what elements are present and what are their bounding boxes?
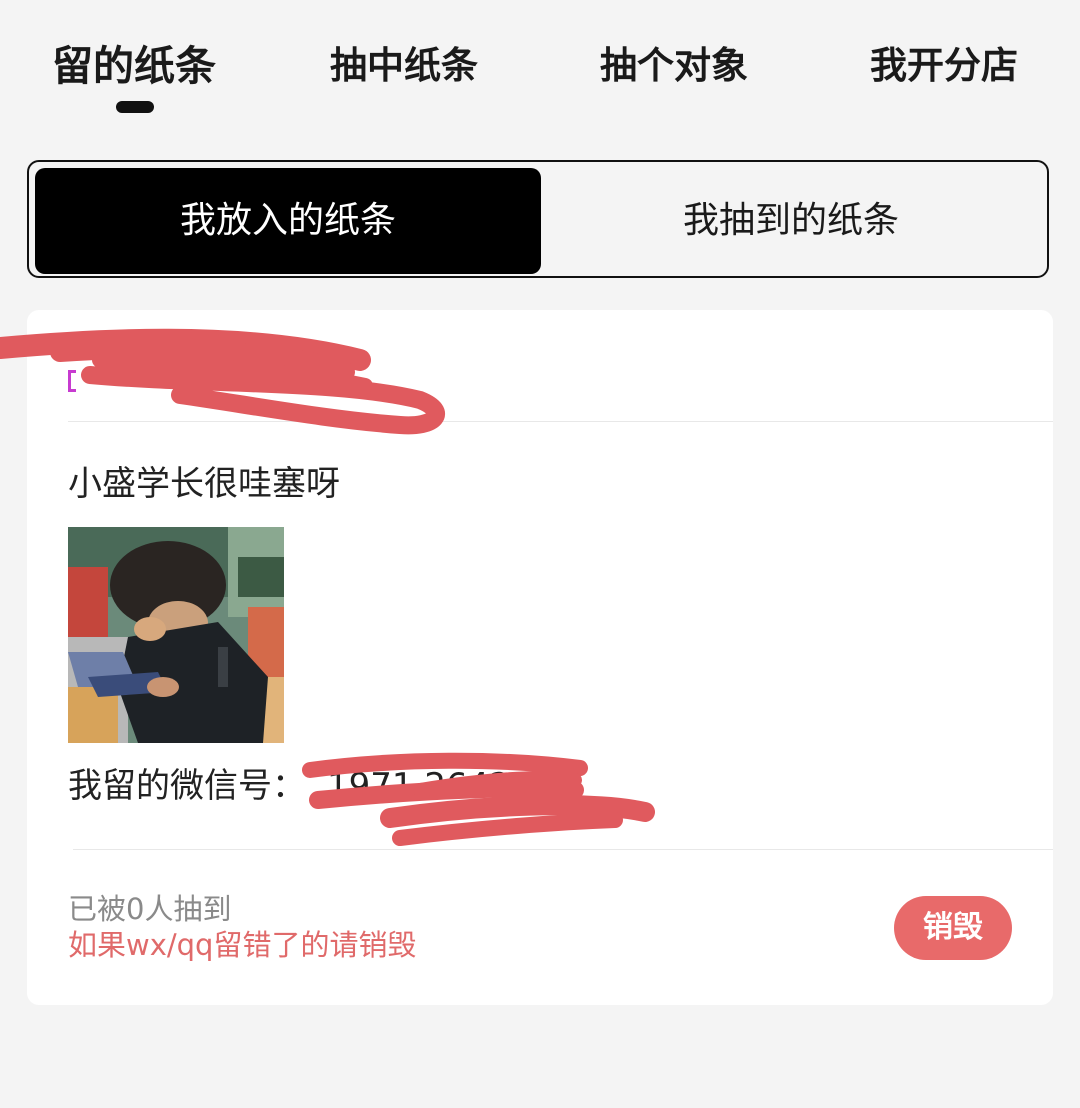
note-card: 小盛学长很哇塞呀 我留的微信号： 1971 264235 已被0人抽到 如果wx… — [27, 310, 1053, 1005]
card-header — [27, 310, 1053, 422]
destroy-button[interactable]: 销毁 — [894, 896, 1012, 960]
photo-image — [68, 527, 284, 743]
footer-divider — [73, 849, 1053, 850]
header-bracket-mark — [68, 370, 76, 392]
tab-drawn-notes[interactable]: 抽中纸条 — [330, 36, 478, 96]
tab-open-branch[interactable]: 我开分店 — [870, 36, 1018, 96]
note-message: 小盛学长很哇塞呀 — [68, 464, 340, 504]
segment-my-drawn-notes[interactable]: 我抽到的纸条 — [541, 168, 1041, 274]
destroy-hint-text: 如果wx/qq留错了的请销毁 — [68, 928, 417, 962]
header-divider — [68, 421, 1053, 422]
note-photo[interactable] — [68, 527, 284, 743]
wechat-value: 1971 264235 — [327, 766, 555, 806]
tab-draw-partner[interactable]: 抽个对象 — [600, 36, 748, 96]
active-tab-indicator — [116, 101, 154, 113]
note-segment-control: 我放入的纸条 我抽到的纸条 — [27, 160, 1049, 278]
top-tab-bar: 留的纸条 抽中纸条 抽个对象 我开分店 — [0, 0, 1080, 120]
wechat-label: 我留的微信号： — [68, 766, 306, 806]
tab-left-notes[interactable]: 留的纸条 — [52, 36, 216, 96]
segment-my-placed-notes[interactable]: 我放入的纸条 — [35, 168, 541, 274]
